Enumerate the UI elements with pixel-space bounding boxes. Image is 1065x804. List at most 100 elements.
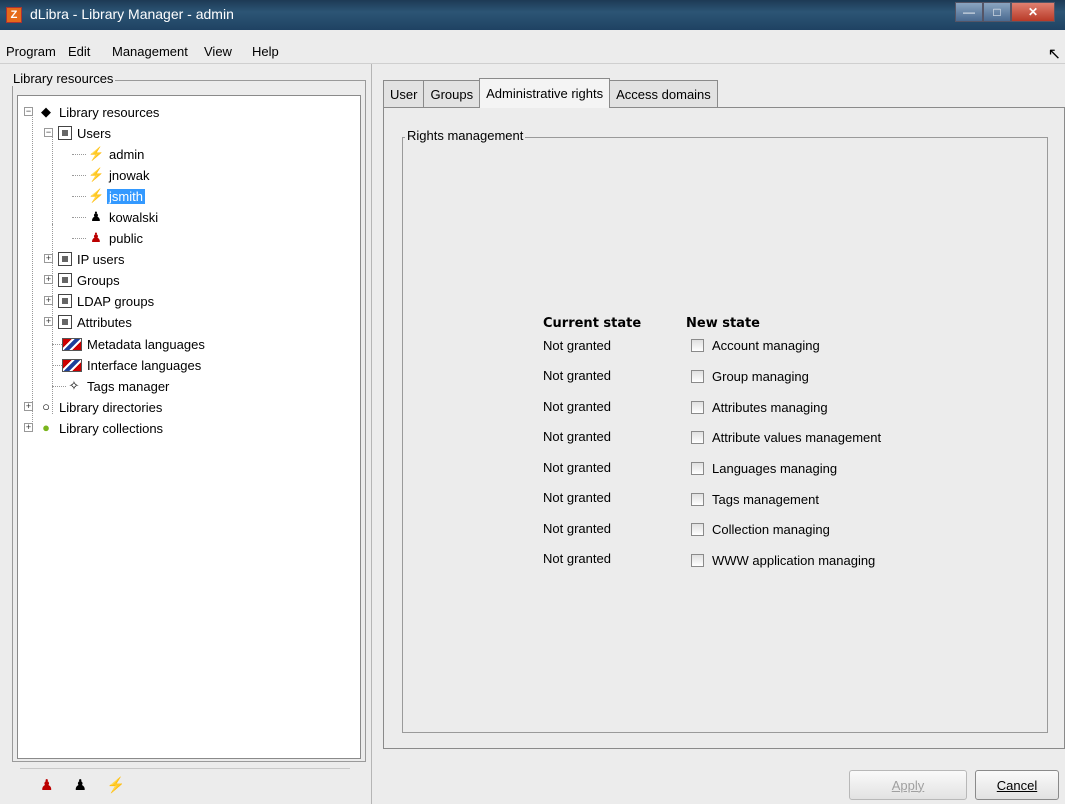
tree-node-user-kowalski[interactable]: ♟ kowalski (88, 207, 160, 227)
tree-label-user: kowalski (109, 209, 159, 225)
right-collection-managing[interactable]: Collection managing (691, 522, 830, 537)
tab-user[interactable]: User (383, 80, 425, 108)
expand-icon[interactable]: + (24, 402, 33, 411)
menu-management[interactable]: Management (112, 44, 188, 59)
tree-label-library-collections: Library collections (59, 420, 164, 436)
add-public-user-icon[interactable]: ♟ (40, 776, 53, 794)
cancel-button-label: Cancel (996, 777, 1038, 793)
bottom-toolbar: ♟ ♟ ⚡ (40, 776, 126, 794)
tree-node-user-jsmith[interactable]: ⚡ jsmith (88, 186, 145, 206)
window-controls: — □ ✕ (955, 2, 1055, 24)
tree-node-user-jnowak[interactable]: ⚡ jnowak (88, 165, 151, 185)
tree-node-user-public[interactable]: ♟ public (88, 228, 145, 248)
apply-button-label: Apply (891, 777, 925, 793)
minimize-button[interactable]: — (955, 2, 983, 22)
right-label: Group managing (712, 369, 809, 384)
add-user-icon[interactable]: ♟ (73, 776, 86, 794)
current-state-value: Not granted (543, 399, 611, 414)
right-www-application-managing[interactable]: WWW application managing (691, 553, 875, 568)
group-managing-checkbox[interactable] (691, 370, 704, 383)
current-state-value: Not granted (543, 460, 611, 475)
resource-tree[interactable]: − ◆ Library resources − Users ⚡ admin ⚡ … (17, 95, 361, 759)
right-tags-management[interactable]: Tags management (691, 492, 819, 507)
directories-icon: ○ (42, 399, 50, 414)
tab-content: Rights management Current state New stat… (383, 107, 1065, 749)
tab-administrative-rights[interactable]: Administrative rights (479, 78, 611, 108)
tree-node-groups[interactable]: + Groups (44, 270, 122, 290)
menu-help[interactable]: Help (252, 44, 279, 59)
tree-label-users: Users (77, 125, 111, 141)
current-state-value: Not granted (543, 551, 611, 566)
current-state-value: Not granted (543, 521, 611, 536)
tree-node-interface-languages[interactable]: Interface languages (62, 355, 203, 375)
tree-label-user-selected: jsmith (107, 188, 145, 204)
users-folder-icon (58, 126, 72, 140)
uk-flag-icon (62, 337, 82, 351)
right-label: WWW application managing (712, 553, 876, 568)
tree-node-user-admin[interactable]: ⚡ admin (88, 144, 146, 164)
cancel-button[interactable]: Cancel (975, 770, 1059, 800)
tree-node-ldap-groups[interactable]: + LDAP groups (44, 291, 156, 311)
expand-icon[interactable]: + (44, 296, 53, 305)
tree-label-user: jnowak (109, 167, 150, 183)
admin-user-icon: ⚡ (88, 167, 105, 182)
menu-view[interactable]: View (204, 44, 232, 59)
collection-managing-checkbox[interactable] (691, 523, 704, 536)
tree-node-attributes[interactable]: + Attributes (44, 312, 134, 332)
tree-label-groups: Groups (77, 272, 120, 288)
window-title: dLibra - Library Manager - admin (30, 6, 234, 22)
tree-label-attributes: Attributes (77, 314, 132, 330)
right-label: Languages managing (712, 461, 838, 476)
add-admin-user-icon[interactable]: ⚡ (107, 776, 126, 794)
right-panel: User Groups Administrative rights Access… (373, 64, 1065, 804)
public-user-icon: ♟ (90, 230, 102, 245)
attribute-values-management-checkbox[interactable] (691, 431, 704, 444)
right-group-managing[interactable]: Group managing (691, 369, 809, 384)
uk-flag-icon (62, 358, 82, 372)
expand-icon[interactable]: + (24, 423, 33, 432)
menu-edit[interactable]: Edit (68, 44, 90, 59)
expand-icon[interactable]: + (44, 275, 53, 284)
tree-node-ip-users[interactable]: + IP users (44, 249, 126, 269)
tab-groups[interactable]: Groups (423, 80, 481, 108)
right-label: Account managing (712, 338, 820, 353)
attributes-managing-checkbox[interactable] (691, 401, 704, 414)
expand-icon[interactable]: + (44, 254, 53, 263)
www-application-managing-checkbox[interactable] (691, 554, 704, 567)
menu-program[interactable]: Program (6, 44, 56, 59)
languages-managing-checkbox[interactable] (691, 462, 704, 475)
apply-button[interactable]: Apply (849, 770, 967, 800)
tree-label-library-directories: Library directories (59, 399, 163, 415)
what-is-this-cursor-icon[interactable]: ↖ (1048, 44, 1061, 64)
rights-management-group: Rights management Current state New stat… (402, 128, 1048, 733)
tab-access-domains[interactable]: Access domains (609, 80, 718, 108)
close-button[interactable]: ✕ (1011, 2, 1055, 22)
tab-bar: User Groups Administrative rights Access… (383, 78, 718, 108)
tree-label-user: public (109, 230, 143, 246)
collapse-icon[interactable]: − (44, 128, 53, 137)
right-label: Collection managing (712, 522, 830, 537)
tree-node-metadata-languages[interactable]: Metadata languages (62, 334, 207, 354)
expand-icon[interactable]: + (44, 317, 53, 326)
tags-management-checkbox[interactable] (691, 493, 704, 506)
tree-label-ip-users: IP users (77, 251, 125, 267)
tree-node-library-directories[interactable]: + ○ Library directories (24, 397, 164, 417)
maximize-button[interactable]: □ (983, 2, 1011, 22)
title-bar: Z dLibra - Library Manager - admin — □ ✕ (0, 0, 1065, 30)
tree-node-library-collections[interactable]: + ● Library collections (24, 418, 165, 438)
right-languages-managing[interactable]: Languages managing (691, 461, 837, 476)
right-attribute-values-management[interactable]: Attribute values management (691, 430, 881, 445)
divider (20, 768, 350, 769)
right-account-managing[interactable]: Account managing (691, 338, 820, 353)
tree-node-root[interactable]: − ◆ Library resources (24, 102, 161, 122)
current-state-header: Current state (543, 316, 642, 331)
account-managing-checkbox[interactable] (691, 339, 704, 352)
tree-label-tags-manager: Tags manager (87, 378, 170, 394)
ip-users-folder-icon (58, 252, 72, 266)
library-resources-icon: ◆ (41, 104, 51, 119)
collapse-icon[interactable]: − (24, 107, 33, 116)
tree-label-user: admin (109, 146, 145, 162)
tree-node-tags-manager[interactable]: ✧ Tags manager (66, 376, 171, 396)
tree-node-users[interactable]: − Users (44, 123, 113, 143)
right-attributes-managing[interactable]: Attributes managing (691, 400, 828, 415)
